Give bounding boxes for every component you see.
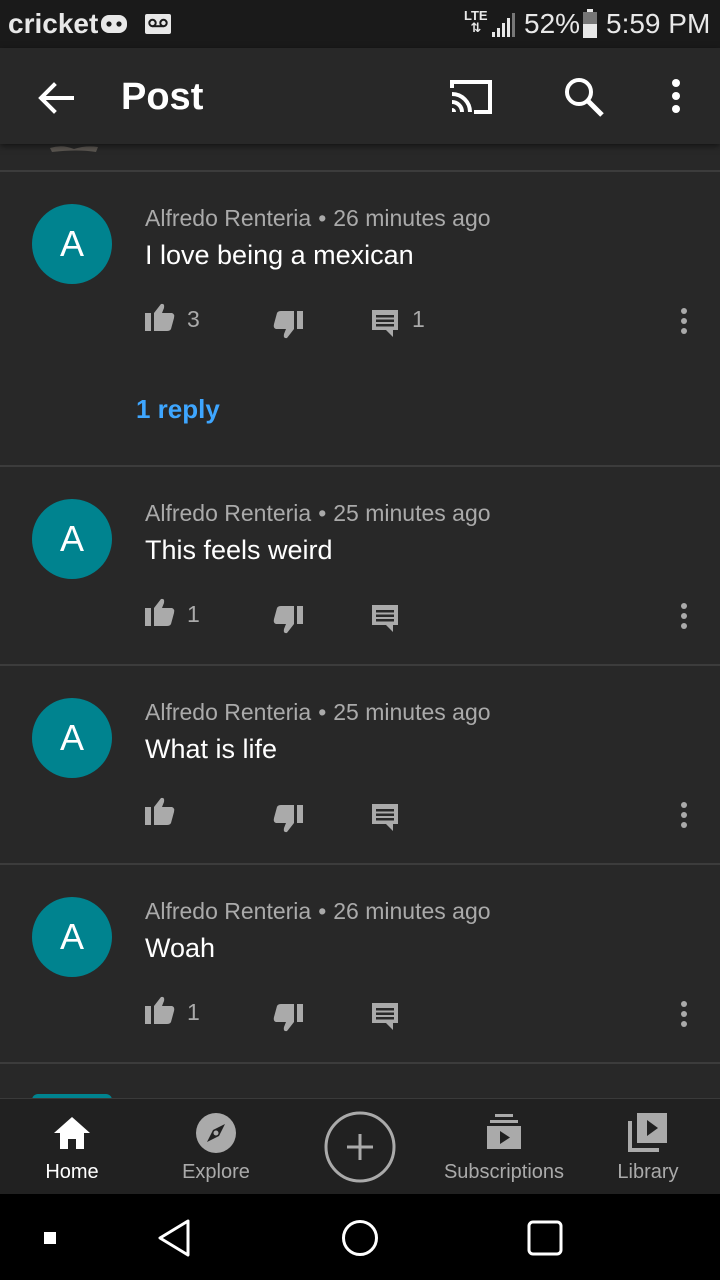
- carrier-name: cricket: [8, 8, 99, 39]
- like-count: 1: [187, 601, 200, 627]
- clock: 5:59 PM: [606, 8, 711, 39]
- comment-text: What is life: [145, 734, 278, 764]
- comment-menu-icon[interactable]: [678, 1000, 690, 1028]
- nav-home[interactable]: Home: [0, 1099, 144, 1195]
- comment-time: 25 minutes ago: [333, 699, 491, 725]
- dislike-icon[interactable]: [272, 804, 304, 834]
- author-name[interactable]: Alfredo Renteria: [145, 898, 311, 924]
- comment-time: 26 minutes ago: [333, 205, 491, 231]
- comment-text: This feels weird: [145, 535, 333, 565]
- library-icon: [628, 1113, 667, 1152]
- comment-menu-icon[interactable]: [678, 801, 690, 829]
- discord-icon: [101, 15, 127, 33]
- comment-meta: Alfredo Renteria • 25 minutes ago: [145, 500, 491, 526]
- reply-icon[interactable]: [371, 308, 399, 338]
- comment-item: A Alfredo Renteria • 25 minutes ago What i…: [0, 666, 720, 863]
- comment-time: 25 minutes ago: [333, 500, 491, 526]
- comment-item: A Alfredo Renteria • 26 minutes ago Woah 1: [0, 865, 720, 1062]
- avatar[interactable]: A: [32, 698, 112, 778]
- reply-icon[interactable]: [371, 1001, 399, 1031]
- comment-text: I love being a mexican: [145, 240, 414, 270]
- like-count: 1: [187, 999, 200, 1025]
- compass-icon: [196, 1113, 236, 1153]
- back-arrow-icon[interactable]: [34, 76, 78, 120]
- nav-label: Home: [45, 1161, 99, 1183]
- nav-explore[interactable]: Explore: [144, 1099, 288, 1195]
- author-name[interactable]: Alfredo Renteria: [145, 500, 311, 526]
- recents-nav-icon[interactable]: [527, 1220, 563, 1256]
- reply-icon[interactable]: [371, 603, 399, 633]
- nav-subscriptions[interactable]: Subscriptions: [432, 1099, 576, 1195]
- comment-time: 26 minutes ago: [333, 898, 491, 924]
- network-type: LTE ⇅: [464, 8, 488, 35]
- comment-meta: Alfredo Renteria • 26 minutes ago: [145, 898, 491, 924]
- like-icon[interactable]: [144, 302, 176, 332]
- page-title: Post: [121, 76, 204, 118]
- system-navigation-bar: [0, 1194, 720, 1280]
- bottom-navigation: Home Explore Subscriptions Library: [0, 1098, 720, 1194]
- nav-label: Subscriptions: [443, 1161, 565, 1183]
- home-icon: [54, 1117, 90, 1149]
- comment-menu-icon[interactable]: [678, 602, 690, 630]
- reply-count: 1: [412, 306, 425, 332]
- comment-text: Woah: [145, 933, 216, 963]
- cast-icon[interactable]: [446, 74, 496, 120]
- avatar[interactable]: A: [32, 897, 112, 977]
- voicemail-icon: [145, 14, 171, 34]
- battery-percent: 52%: [524, 8, 581, 39]
- comment-menu-icon[interactable]: [678, 307, 690, 335]
- subscriptions-icon: [487, 1114, 521, 1149]
- like-icon[interactable]: [144, 796, 176, 826]
- comment-meta: Alfredo Renteria • 25 minutes ago: [145, 699, 491, 725]
- more-options-icon[interactable]: [660, 74, 692, 120]
- divider: [0, 1062, 720, 1064]
- dislike-icon[interactable]: [272, 1003, 304, 1033]
- author-name[interactable]: Alfredo Renteria: [145, 699, 311, 725]
- nav-label: Library: [617, 1161, 679, 1183]
- dislike-icon[interactable]: [272, 310, 304, 340]
- comment-item: A Alfredo Renteria • 25 minutes ago This f…: [0, 467, 720, 664]
- nav-label: Explore: [182, 1161, 250, 1183]
- comment-meta: Alfredo Renteria • 26 minutes ago: [145, 205, 491, 231]
- signal-icon: [492, 13, 515, 37]
- status-bar: cricket LTE ⇅ 52% 5:59 PM: [0, 0, 720, 48]
- avatar[interactable]: A: [32, 204, 112, 284]
- author-name[interactable]: Alfredo Renteria: [145, 205, 311, 231]
- like-count: 3: [187, 306, 200, 332]
- avatar[interactable]: A: [32, 499, 112, 579]
- view-replies-link[interactable]: 1 reply: [136, 394, 220, 425]
- search-icon[interactable]: [561, 74, 607, 120]
- like-icon[interactable]: [144, 597, 176, 627]
- nav-create[interactable]: [288, 1099, 432, 1195]
- create-icon: [324, 1111, 396, 1183]
- dislike-icon[interactable]: [272, 605, 304, 635]
- nav-library[interactable]: Library: [576, 1099, 720, 1195]
- home-nav-icon[interactable]: [341, 1219, 379, 1257]
- stop-icon[interactable]: [44, 1232, 56, 1244]
- comment-item: A Alfredo Renteria • 26 minutes ago I love…: [0, 172, 720, 465]
- reply-icon[interactable]: [371, 802, 399, 832]
- back-nav-icon[interactable]: [156, 1218, 192, 1258]
- battery-icon: [583, 9, 597, 38]
- app-bar: Post: [0, 48, 720, 144]
- like-icon[interactable]: [144, 995, 176, 1025]
